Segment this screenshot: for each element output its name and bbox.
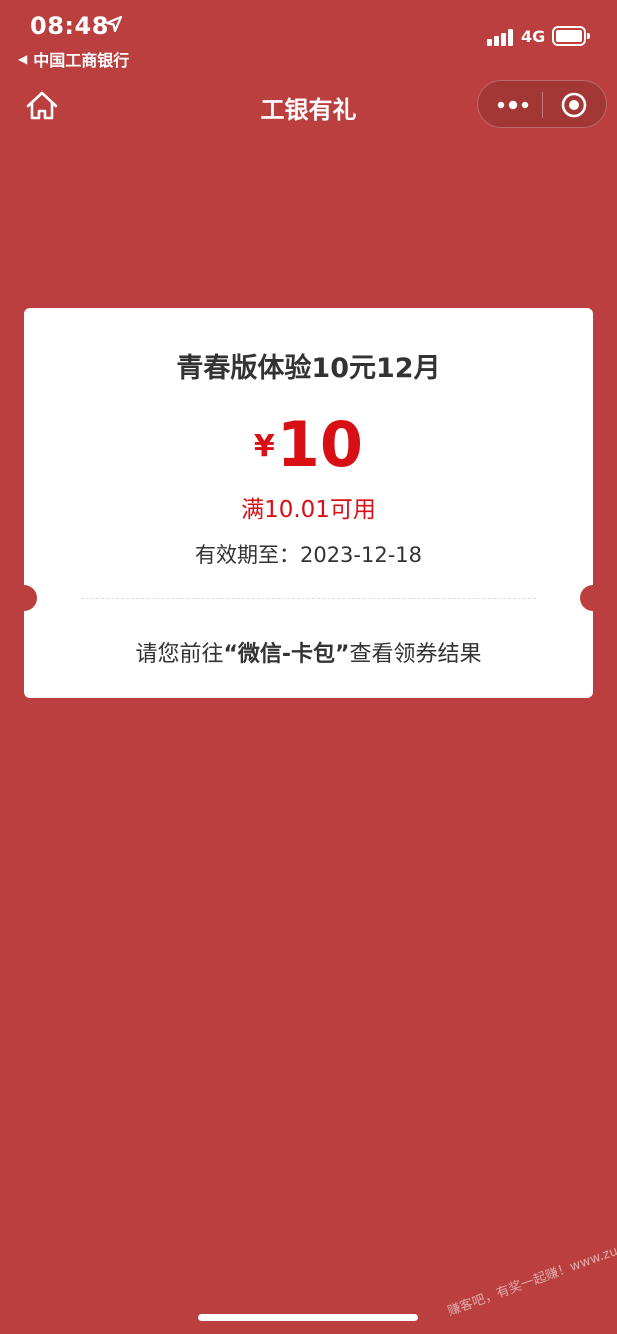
coupon-validity: 有效期至：2023-12-18: [194, 543, 423, 567]
ticket-notch-right: [580, 585, 606, 611]
back-to-app-link[interactable]: ◀ 中国工商银行: [18, 47, 129, 71]
location-arrow-icon: [105, 15, 123, 33]
currency-symbol: ¥: [253, 429, 275, 464]
back-triangle-icon: ◀: [18, 52, 28, 66]
hint-prefix: 请您前往: [135, 642, 224, 667]
hint-highlight: “微信-卡包”: [223, 642, 350, 667]
coupon-card: 青春版体验10元12月 ¥10 满10.01可用 有效期至：2023-12-18…: [11, 308, 606, 698]
miniprogram-capsule: [477, 80, 607, 128]
dashed-divider: [81, 598, 536, 599]
watermark: 赚客吧，有奖一起赚！www.zuanke8.com: [445, 1219, 617, 1320]
nav-bar: 工银有礼: [0, 76, 617, 136]
cellular-signal-icon: [487, 28, 515, 46]
more-icon[interactable]: [496, 95, 530, 115]
hint-suffix: 查看领券结果: [349, 642, 482, 667]
capsule-divider: [542, 92, 543, 118]
coupon-title: 青春版体验10元12月: [176, 353, 441, 384]
wallet-hint: 请您前往“微信-卡包”查看领券结果: [24, 636, 593, 668]
back-app-label: 中国工商银行: [33, 51, 130, 70]
ticket-notch-left: [11, 585, 37, 611]
coupon-amount: ¥10: [24, 408, 593, 481]
status-time: 08:48: [30, 12, 109, 40]
amount-value: 10: [276, 408, 364, 481]
battery-icon: [552, 26, 590, 46]
close-miniprogram-icon[interactable]: [561, 92, 587, 118]
home-indicator[interactable]: [198, 1314, 418, 1321]
status-bar: 08:48 ◀ 中国工商银行 4G: [0, 0, 617, 76]
network-type: 4G: [521, 27, 546, 46]
coupon-condition: 满10.01可用: [241, 497, 376, 523]
